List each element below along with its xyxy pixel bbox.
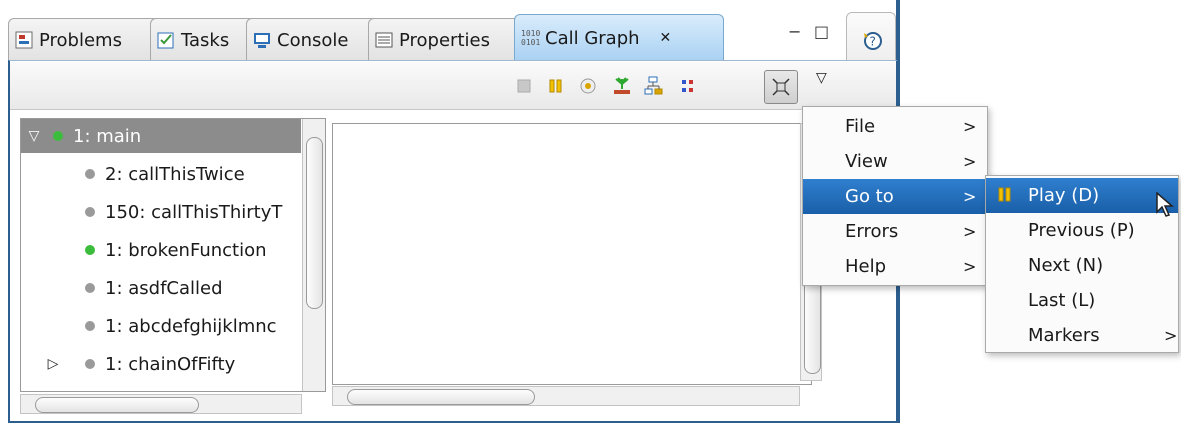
submenu-arrow-icon: > <box>963 222 977 241</box>
tab-label: Problems <box>39 29 122 51</box>
tab-label: Console <box>277 29 349 51</box>
menu-item-last[interactable]: Last (L) <box>986 283 1178 318</box>
svg-text:?: ? <box>870 35 876 49</box>
tab-properties[interactable]: Properties <box>368 18 528 61</box>
tree-horizontal-scrollbar[interactable] <box>20 394 302 414</box>
tree-item[interactable]: ▷ 1: chainOfFifty <box>21 347 301 381</box>
menu-item-help[interactable]: Help > <box>803 249 987 284</box>
tree-item-main[interactable]: ▽ 1: main <box>21 119 301 153</box>
tab-label: Properties <box>399 29 490 51</box>
tree-vertical-scrollbar[interactable] <box>302 119 325 391</box>
mouse-cursor-icon <box>1156 191 1176 223</box>
tree-item[interactable]: 2: callThisTwice <box>21 157 301 191</box>
call-tree[interactable]: ▽ 1: main 2: callThisTwice 150: callThis… <box>20 118 326 392</box>
tab-call-graph[interactable]: 1010 0101 Call Graph ✕ <box>514 14 724 61</box>
menu-item-label: Play (D) <box>1028 185 1100 206</box>
tree-item[interactable]: 150: callThisThirtyT <box>21 195 301 229</box>
tree-item-label: 1: main <box>73 125 142 147</box>
menu-item-label: Next (N) <box>1028 255 1104 276</box>
menu-item-markers[interactable]: Markers > <box>986 318 1178 353</box>
tree-item[interactable]: 1: abcdefghijklmnc <box>21 309 301 343</box>
tree-item[interactable]: 1: brokenFunction <box>21 233 301 267</box>
tab-label: Call Graph <box>545 27 640 49</box>
submenu-arrow-icon: > <box>1164 326 1178 345</box>
close-icon[interactable]: ✕ <box>660 30 672 46</box>
view-menu-icon[interactable]: ▽ <box>816 70 827 86</box>
console-icon <box>253 31 271 49</box>
collapse-icon[interactable] <box>764 70 798 104</box>
help-icon[interactable]: ? <box>861 29 883 56</box>
tab-tasks[interactable]: Tasks <box>150 18 260 61</box>
submenu-arrow-icon: > <box>963 187 977 206</box>
status-dot-icon <box>85 245 95 255</box>
tree-view-icon[interactable] <box>610 74 634 98</box>
menu-item-previous[interactable]: Previous (P) <box>986 213 1178 248</box>
scrollbar-thumb[interactable] <box>306 137 323 309</box>
menu-item-errors[interactable]: Errors > <box>803 214 987 249</box>
menu-item-file[interactable]: File > <box>803 109 987 144</box>
hierarchy-icon[interactable] <box>642 74 666 98</box>
problems-icon <box>15 31 33 49</box>
tab-problems[interactable]: Problems <box>8 18 164 61</box>
canvas-horizontal-scrollbar[interactable] <box>332 386 800 406</box>
tab-console[interactable]: Console <box>246 18 382 61</box>
status-dot-icon <box>85 207 95 217</box>
status-dot-icon <box>53 131 63 141</box>
go-to-submenu: Play (D) Previous (P) Next (N) Last (L) … <box>985 175 1179 353</box>
tree-item-label: 1: chainOfFifty <box>105 353 236 375</box>
status-dot-icon <box>85 169 95 179</box>
pause-icon[interactable] <box>544 74 568 98</box>
minimize-icon[interactable]: − <box>788 22 801 41</box>
menu-item-label: Markers <box>1028 325 1100 346</box>
tasks-icon <box>157 31 175 49</box>
view-toolbar: ▽ <box>10 62 896 110</box>
menu-item-go-to[interactable]: Go to > <box>803 179 987 214</box>
tree-item[interactable]: 1: asdfCalled <box>21 271 301 305</box>
submenu-arrow-icon: > <box>963 152 977 171</box>
status-dot-icon <box>85 321 95 331</box>
context-menu: File > View > Go to > Errors > Help > <box>802 106 988 286</box>
tree-item-label: 1: asdfCalled <box>105 277 223 299</box>
menu-item-label: Previous (P) <box>1028 220 1135 241</box>
submenu-arrow-icon: > <box>963 257 977 276</box>
tab-label: Tasks <box>181 29 230 51</box>
tree-item-label: 2: callThisTwice <box>105 163 245 185</box>
call-graph-icon: 1010 0101 <box>521 29 541 47</box>
menu-item-next[interactable]: Next (N) <box>986 248 1178 283</box>
tree-item-label: 150: callThisThirtyT <box>105 201 283 223</box>
status-dot-icon <box>85 359 95 369</box>
matrix-icon[interactable] <box>676 74 700 98</box>
menu-item-label: Help <box>845 256 887 277</box>
stop-icon[interactable] <box>512 74 536 98</box>
menu-item-label: Errors <box>845 221 899 242</box>
tree-item-label: 1: abcdefghijklmnc <box>105 315 277 337</box>
view-tab-bar: Problems Tasks Console Properties 1010 01… <box>8 12 846 61</box>
menu-item-label: File <box>845 116 876 137</box>
submenu-arrow-icon: > <box>963 117 977 136</box>
status-dot-icon <box>85 283 95 293</box>
tree-item-label: 1: brokenFunction <box>105 239 267 261</box>
scrollbar-thumb[interactable] <box>347 389 535 405</box>
target-icon[interactable] <box>576 74 600 98</box>
properties-icon <box>375 31 393 49</box>
maximize-icon[interactable]: □ <box>814 22 829 41</box>
menu-item-label: Last (L) <box>1028 290 1096 311</box>
menu-item-play[interactable]: Play (D) <box>986 178 1178 213</box>
graph-canvas[interactable] <box>332 123 812 385</box>
menu-item-label: Go to <box>845 186 894 207</box>
expand-icon[interactable]: ▷ <box>21 356 85 372</box>
scrollbar-thumb[interactable] <box>35 397 199 413</box>
pause-icon <box>998 187 1012 208</box>
menu-item-view[interactable]: View > <box>803 144 987 179</box>
menu-item-label: View <box>845 151 888 172</box>
expand-icon[interactable]: ▽ <box>21 128 47 144</box>
